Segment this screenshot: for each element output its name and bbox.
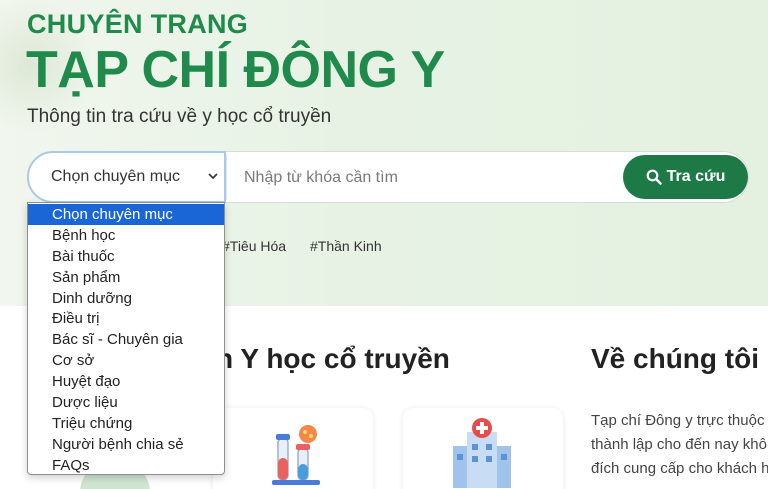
dropdown-option[interactable]: Điều trị [28, 308, 224, 329]
dropdown-option[interactable]: Cơ sở [28, 350, 224, 371]
dropdown-option[interactable]: Người bệnh chia sẻ [28, 434, 224, 455]
search-button[interactable]: Tra cứu [623, 155, 748, 199]
dropdown-option[interactable]: Chọn chuyên mục [28, 204, 224, 225]
dropdown-option[interactable]: FAQs [28, 455, 224, 476]
search-icon [646, 169, 662, 185]
about-text-line: thành lập cho đến nay khô [591, 436, 767, 453]
hero-kicker: CHUYÊN TRANG [27, 9, 249, 39]
category-select[interactable]: Chọn chuyên mục [27, 151, 226, 203]
tag-than-kinh[interactable]: #Thần Kinh [310, 238, 382, 254]
search-input[interactable] [244, 165, 604, 191]
category-select-value: Chọn chuyên mục [51, 168, 180, 185]
test-tube-icon [272, 425, 320, 485]
chevron-down-icon [208, 173, 218, 180]
dropdown-option[interactable]: Bác sĩ - Chuyên gia [28, 329, 224, 350]
dropdown-option[interactable]: Dinh dưỡng [28, 288, 224, 309]
hero-subtitle: Thông tin tra cứu về y học cổ truyền [27, 106, 332, 127]
about-section-title: Về chúng tôi [591, 343, 759, 374]
about-text-line: đích cung cấp cho khách h [591, 460, 768, 477]
hospital-icon [453, 418, 511, 488]
about-text-line: Tạp chí Đông y trực thuộc [591, 412, 765, 429]
dropdown-option[interactable]: Sản phẩm [28, 267, 224, 288]
tag-tieu-hoa[interactable]: #Tiêu Hóa [222, 238, 286, 254]
hero-title: TẠP CHÍ ĐÔNG Y [26, 41, 445, 99]
dropdown-option[interactable]: Bệnh học [28, 225, 224, 246]
dropdown-option[interactable]: Huyệt đạo [28, 371, 224, 392]
dropdown-option[interactable]: Triệu chứng [28, 413, 224, 434]
search-button-label: Tra cứu [666, 168, 726, 185]
dropdown-option[interactable]: Dược liệu [28, 392, 224, 413]
dropdown-option[interactable]: Bài thuốc [28, 246, 224, 267]
category-dropdown-list: Chọn chuyên mục Bệnh học Bài thuốc Sản p… [27, 202, 225, 475]
knowledge-section-title: n Y học cổ truyền [216, 343, 450, 374]
category-card[interactable] [403, 408, 563, 489]
search-divider [226, 154, 227, 200]
category-card[interactable] [213, 408, 373, 489]
